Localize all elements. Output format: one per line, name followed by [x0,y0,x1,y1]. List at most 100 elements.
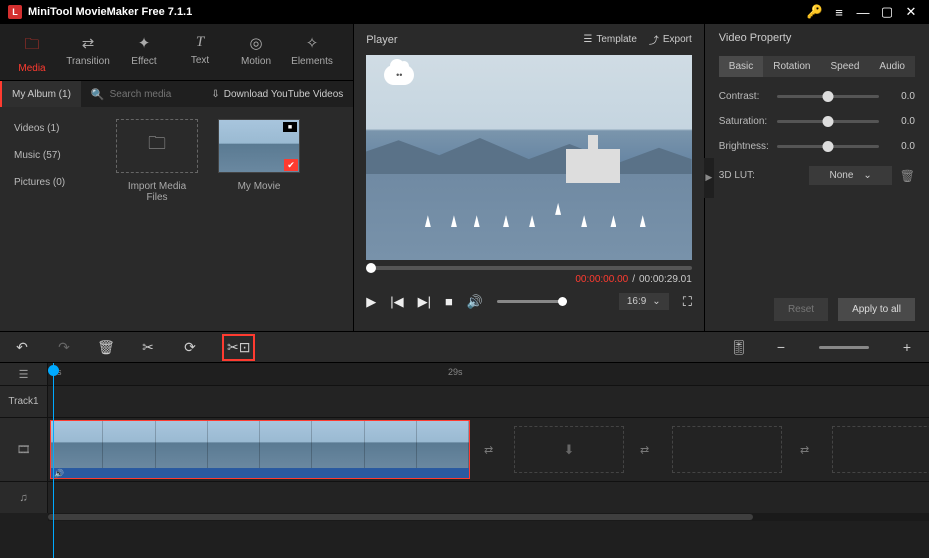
playhead[interactable] [53,363,54,558]
library-sidebar: Videos (1) Music (57) Pictures (0) [0,107,104,331]
vp-tab-audio[interactable]: Audio [869,56,915,77]
fullscreen-button[interactable]: ⛶ [683,294,692,310]
apply-all-button[interactable]: Apply to all [838,298,915,321]
reset-button[interactable]: Reset [774,298,828,321]
delete-lut-button[interactable]: 🗑 [900,169,915,183]
cat-videos[interactable]: Videos (1) [0,115,104,142]
transition-slot-icon[interactable]: ⇄ [484,443,493,456]
timeline-scrollbar[interactable] [0,513,929,521]
vp-tab-basic[interactable]: Basic [719,56,763,77]
layers-icon[interactable]: ☰ [0,363,48,385]
tab-elements[interactable]: ✧ Elements [284,28,340,80]
tab-text[interactable]: T Text [172,28,228,80]
stop-button[interactable]: ■ [445,294,453,309]
saturation-label: Saturation: [719,116,777,127]
download-youtube-link[interactable]: ⇩ Download YouTube Videos [211,89,343,100]
video-property-panel: ▶ Video Property Basic Rotation Speed Au… [705,24,929,331]
audio-track-icon[interactable]: ♫ [0,482,48,513]
effect-icon: ✦ [116,34,172,52]
empty-clip-slot[interactable] [672,426,782,473]
lut-label: 3D LUT: [719,170,777,181]
time-ruler[interactable]: 0s 29s [48,363,929,385]
track-1-body[interactable] [48,386,929,417]
track-label: Track1 [8,396,38,407]
motion-icon: ◎ [228,34,284,52]
library: Videos (1) Music (57) Pictures (0) 🗀 Imp… [0,107,353,331]
volume-slider[interactable] [497,300,567,303]
video-track-body[interactable]: 🔊 ⇄ ⬇ ⇄ ⇄ [48,418,929,481]
video-track-icon[interactable]: 🎞 [0,418,48,481]
sticker-cloud-icon: •• [384,65,414,85]
scene-building [566,149,620,183]
chevron-down-icon: ⌄ [863,170,871,181]
audio-track-icon[interactable]: 🎚 [729,339,749,356]
current-time: 00:00:00.00 [575,274,628,285]
album-bar: My Album (1) 🔍 ⇩ Download YouTube Videos [0,81,353,107]
tab-effect[interactable]: ✦ Effect [116,28,172,80]
panel-title: Video Property [719,32,915,44]
app-logo-icon: L [8,5,22,19]
import-media-button[interactable]: 🗀 Import Media Files [116,119,198,203]
vp-tab-rotation[interactable]: Rotation [763,56,820,77]
video-badge-icon: ■ [283,122,297,132]
play-button[interactable]: ▶ [366,294,376,310]
cat-music[interactable]: Music (57) [0,142,104,169]
zoom-out-button[interactable]: − [771,339,791,355]
folder-icon: 🗀 [4,34,60,59]
menu-icon[interactable]: ≡ [829,2,849,22]
empty-clip-slot[interactable]: ⬇ [514,426,624,473]
tool-tabs: 🗀 Media ⇄ Transition ✦ Effect T Text ◎ M… [0,24,353,81]
next-button[interactable]: ▶| [418,294,431,310]
check-icon: ✔ [284,159,298,171]
lut-select[interactable]: None ⌄ [809,166,891,185]
redo-button[interactable]: ↷ [54,339,74,356]
export-button[interactable]: ⤴ Export [649,32,692,47]
chevron-down-icon: ⌄ [652,296,660,307]
brightness-value: 0.0 [889,141,915,152]
delete-button[interactable]: 🗑 [96,339,116,356]
contrast-value: 0.0 [889,91,915,102]
cat-pictures[interactable]: Pictures (0) [0,169,104,196]
download-icon: ⇩ [211,89,219,100]
zoom-slider[interactable] [819,346,869,349]
audio-track-body[interactable] [48,482,929,513]
contrast-slider[interactable] [777,95,879,98]
transition-slot-icon[interactable]: ⇄ [640,443,649,456]
vp-tab-speed[interactable]: Speed [821,56,870,77]
player-title: Player [366,34,397,46]
tab-transition[interactable]: ⇄ Transition [60,28,116,80]
library-grid: 🗀 Import Media Files ■ ✔ My Movie [104,107,353,331]
speaker-icon: 🔊 [54,469,64,478]
volume-icon[interactable]: 🔊 [467,294,483,310]
license-key-icon[interactable]: 🔑 [805,2,825,22]
tab-motion[interactable]: ◎ Motion [228,28,284,80]
my-album-button[interactable]: My Album (1) [0,81,81,107]
aspect-ratio-select[interactable]: 16:9 ⌄ [619,293,669,310]
close-button[interactable]: ✕ [901,2,921,22]
media-item-my-movie[interactable]: ■ ✔ My Movie [218,119,300,192]
zoom-in-button[interactable]: + [897,339,917,355]
brightness-label: Brightness: [719,141,777,152]
prev-button[interactable]: |◀ [390,294,403,310]
video-preview[interactable]: •• [366,55,692,260]
undo-button[interactable]: ↶ [12,339,32,356]
video-clip[interactable]: 🔊 [50,420,470,479]
search-icon: 🔍 [91,88,105,101]
saturation-slider[interactable] [777,120,879,123]
transition-slot-icon[interactable]: ⇄ [800,443,809,456]
transition-icon: ⇄ [60,34,116,52]
crop-button[interactable]: ✂⊡ [222,334,255,361]
maximize-button[interactable]: ▢ [877,2,897,22]
speed-button[interactable]: ⟳ [180,339,200,356]
brightness-slider[interactable] [777,145,879,148]
template-button[interactable]: ☰ Template [583,34,637,45]
collapse-panel-button[interactable]: ▶ [704,158,714,198]
split-button[interactable]: ✂ [138,339,158,356]
minimize-button[interactable]: — [853,2,873,22]
tab-media[interactable]: 🗀 Media [4,28,60,80]
seek-slider[interactable] [366,266,692,270]
search-input[interactable] [110,89,210,100]
player-panel: Player ☰ Template ⤴ Export •• 00:00:00.0… [354,24,705,331]
text-icon: T [172,34,228,51]
empty-clip-slot[interactable] [832,426,929,473]
